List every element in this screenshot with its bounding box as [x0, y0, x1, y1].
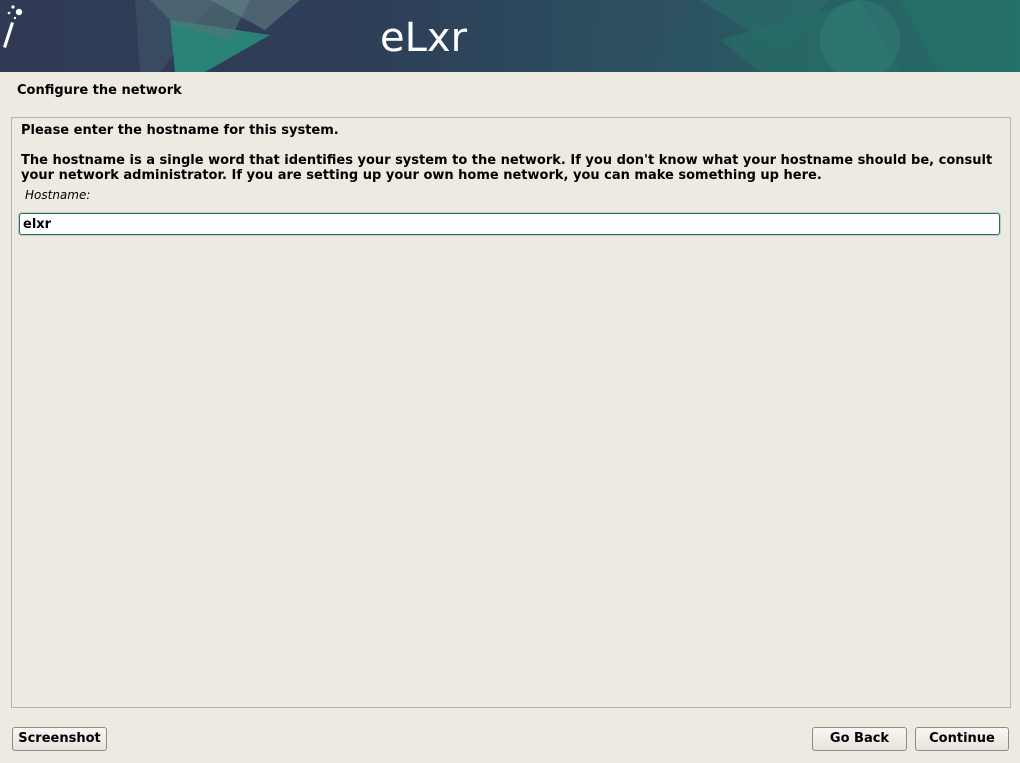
screenshot-button[interactable]: Screenshot	[12, 727, 107, 751]
logo-text: eLxr	[380, 15, 468, 61]
question-description: The hostname is a single word that ident…	[21, 153, 993, 183]
hostname-label: Hostname:	[25, 188, 91, 202]
banner-background	[0, 0, 1020, 72]
header-banner: eLxr	[0, 0, 1020, 72]
page-title: Configure the network	[17, 83, 182, 98]
content-panel: Please enter the hostname for this syste…	[11, 117, 1011, 708]
go-back-button[interactable]: Go Back	[812, 727, 907, 751]
question-prompt: Please enter the hostname for this syste…	[21, 123, 339, 138]
continue-button[interactable]: Continue	[915, 727, 1009, 751]
elxr-logo-icon	[3, 5, 23, 48]
hostname-input[interactable]	[19, 213, 1000, 235]
